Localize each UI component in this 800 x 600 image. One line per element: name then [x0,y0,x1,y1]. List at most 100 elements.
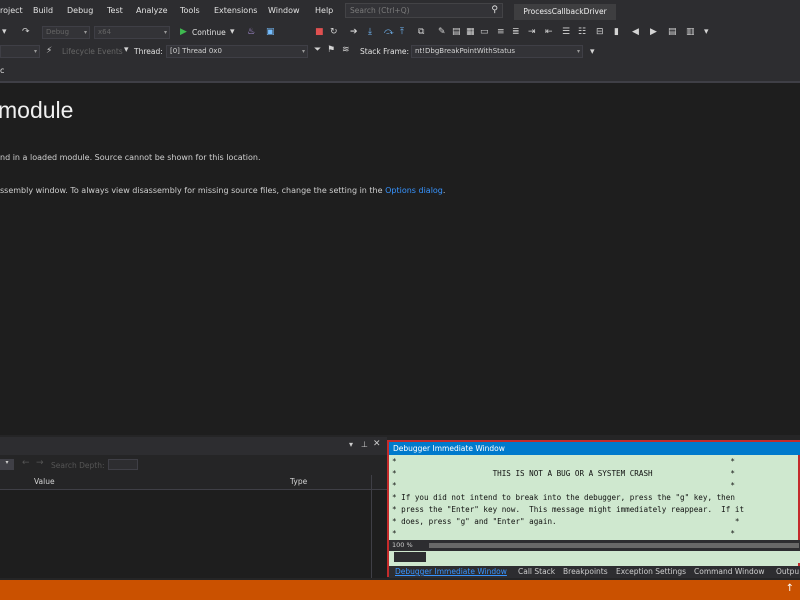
stack-icon[interactable]: ▦ [466,27,475,37]
pane-divider[interactable] [371,475,372,578]
configuration-value: Debug [46,28,70,36]
platform-value: x64 [98,28,112,36]
menu-analyze[interactable]: Analyze [136,6,168,15]
disassembly-message-text: ssembly window. To always view disassemb… [0,186,386,195]
scrollbar-thumb[interactable] [429,543,799,548]
restart-icon[interactable]: ↻ [330,27,338,37]
forward-icon[interactable]: → [36,458,44,468]
continue-button[interactable]: Continue [192,28,226,37]
immediate-window-input[interactable] [389,551,800,563]
toggle-threads-icon[interactable]: ≋ [342,45,350,55]
stack-frame-label: Stack Frame: [360,47,410,56]
show-next-statement-icon[interactable]: ➔ [350,27,358,37]
tab-output[interactable]: Outpu [776,567,799,576]
toolbar2-overflow-icon[interactable]: ▾ [590,47,595,57]
tab-breakpoints[interactable]: Breakpoints [563,567,608,576]
immediate-window-output[interactable]: * * * THIS IS NOT A BUG OR A SYSTEM CRAS… [392,456,797,538]
align-icon[interactable]: ☰ [562,27,570,37]
pane-options-icon[interactable]: ▾ [349,440,353,449]
uncomment-icon[interactable]: ≣ [512,27,520,37]
lifecycle-dropdown-icon[interactable]: ▾ [124,45,129,55]
search-depth-label: Search Depth: [51,461,105,470]
configuration-select[interactable]: Debug ▾ [42,26,90,39]
tab-call-stack[interactable]: Call Stack [518,567,555,576]
no-source-message: nd in a loaded module. Source cannot be … [0,153,261,162]
toolbar-overflow-icon[interactable]: ▾ [704,27,709,37]
editor-area [0,83,800,435]
project-title: ProcessCallbackDriver [514,4,616,20]
continue-dropdown-icon[interactable]: ▾ [230,27,235,37]
immediate-window-scrollbar[interactable]: 100 % [389,540,800,551]
search-input[interactable]: Search (Ctrl+Q) ⚲ [345,3,503,18]
search-icon[interactable]: ⚲ [491,5,498,15]
locals-pane-header: ▾ ⊥ ✕ [0,437,387,455]
locals-list [0,490,387,578]
threads-icon[interactable]: ▤ [452,27,461,37]
continue-icon[interactable]: ▶ [180,27,187,37]
locals-column-headers: Value Type [0,475,387,490]
pen-icon[interactable]: ✎ [438,27,446,37]
step-into-icon[interactable]: ⤓ [368,27,372,37]
options-dialog-link[interactable]: Options dialog [385,186,443,195]
document-tab-strip [0,61,800,83]
zoom-level[interactable]: 100 % [392,541,413,549]
back-icon[interactable]: ← [22,458,30,468]
menu-help[interactable]: Help [315,6,333,15]
tab-exception-settings[interactable]: Exception Settings [616,567,686,576]
locals-search-dropdown-icon[interactable]: ▾ [0,459,14,470]
input-gutter [394,552,426,562]
tab-immediate-window[interactable]: Debugger Immediate Window [395,567,507,576]
redo-icon[interactable]: ↷ [22,27,30,37]
next-bookmark-icon[interactable]: ▶ [650,27,657,37]
standard-toolbar: ▾ ↷ Debug▾ x64▾ ▶ Continue ▾ ♨ ▣ ❚❚ ■ ↻ … [0,23,800,62]
debug-location-toolbar: ▾ ⚡ Lifecycle Events ▾ Thread: [0] Threa… [0,42,800,61]
bookmark-folder-icon[interactable]: ▤ [668,27,677,37]
document-tab[interactable]: c [0,66,4,75]
menu-bar: roject Build Debug Test Analyze Tools Ex… [0,0,800,23]
bottom-tool-tabs: Debugger Immediate Window Call Stack Bre… [389,566,800,578]
outdent-icon[interactable]: ⇤ [545,27,553,37]
comment-icon[interactable]: ≡ [497,27,505,37]
lifecycle-icon[interactable]: ⚡ [46,46,52,56]
stack-frame-select[interactable]: nt!DbgBreakPointWithStatus ▾ [411,45,583,58]
stack-frame-value: nt!DbgBreakPointWithStatus [415,47,516,55]
hex-display-icon[interactable]: ⧉ [418,27,424,37]
pin-icon[interactable]: ⊥ [361,440,368,449]
thread-select[interactable]: [0] Thread 0x0 ▾ [166,45,308,58]
prev-bookmark-icon[interactable]: ◀ [632,27,639,37]
close-icon[interactable]: ✕ [373,439,381,449]
disassembly-message: ssembly window. To always view disassemb… [0,186,445,195]
lifecycle-events[interactable]: Lifecycle Events [62,47,123,56]
window-icon[interactable]: ▭ [480,27,489,37]
platform-select[interactable]: x64 ▾ [94,26,170,39]
navigate-icon[interactable]: ▾ [2,27,7,37]
tab-command-window[interactable]: Command Window [694,567,765,576]
process-select[interactable]: ▾ [0,45,40,58]
menu-extensions[interactable]: Extensions [214,6,257,15]
diagnostics-icon[interactable]: ▣ [266,27,275,37]
clear-bookmarks-icon[interactable]: ▥ [686,27,695,37]
list-icon[interactable]: ☷ [578,27,586,37]
page-title: module [0,97,74,123]
publish-icon[interactable]: ↑ [786,583,794,594]
filter-icon[interactable]: ⏷ [314,45,321,55]
stop-icon[interactable]: ■ [315,27,324,37]
menu-debug[interactable]: Debug [67,6,93,15]
format-icon[interactable]: ⊟ [596,27,604,37]
hot-reload-icon[interactable]: ♨ [247,27,255,37]
flag-icon[interactable]: ⚑ [327,45,335,55]
menu-window[interactable]: Window [268,6,300,15]
menu-build[interactable]: Build [33,6,53,15]
disassembly-message-end: . [442,186,446,195]
value-column-header[interactable]: Value [34,477,55,486]
indent-icon[interactable]: ⇥ [528,27,536,37]
immediate-window-title[interactable]: Debugger Immediate Window [389,442,800,455]
step-out-icon[interactable]: ⤒ [400,27,404,37]
menu-project[interactable]: roject [0,6,23,15]
menu-test[interactable]: Test [107,6,123,15]
search-depth-select[interactable] [108,459,138,470]
bookmark-icon[interactable]: ▮ [614,27,619,37]
step-over-icon[interactable]: ⤼ [384,27,394,37]
menu-tools[interactable]: Tools [180,6,200,15]
type-column-header[interactable]: Type [290,477,307,486]
